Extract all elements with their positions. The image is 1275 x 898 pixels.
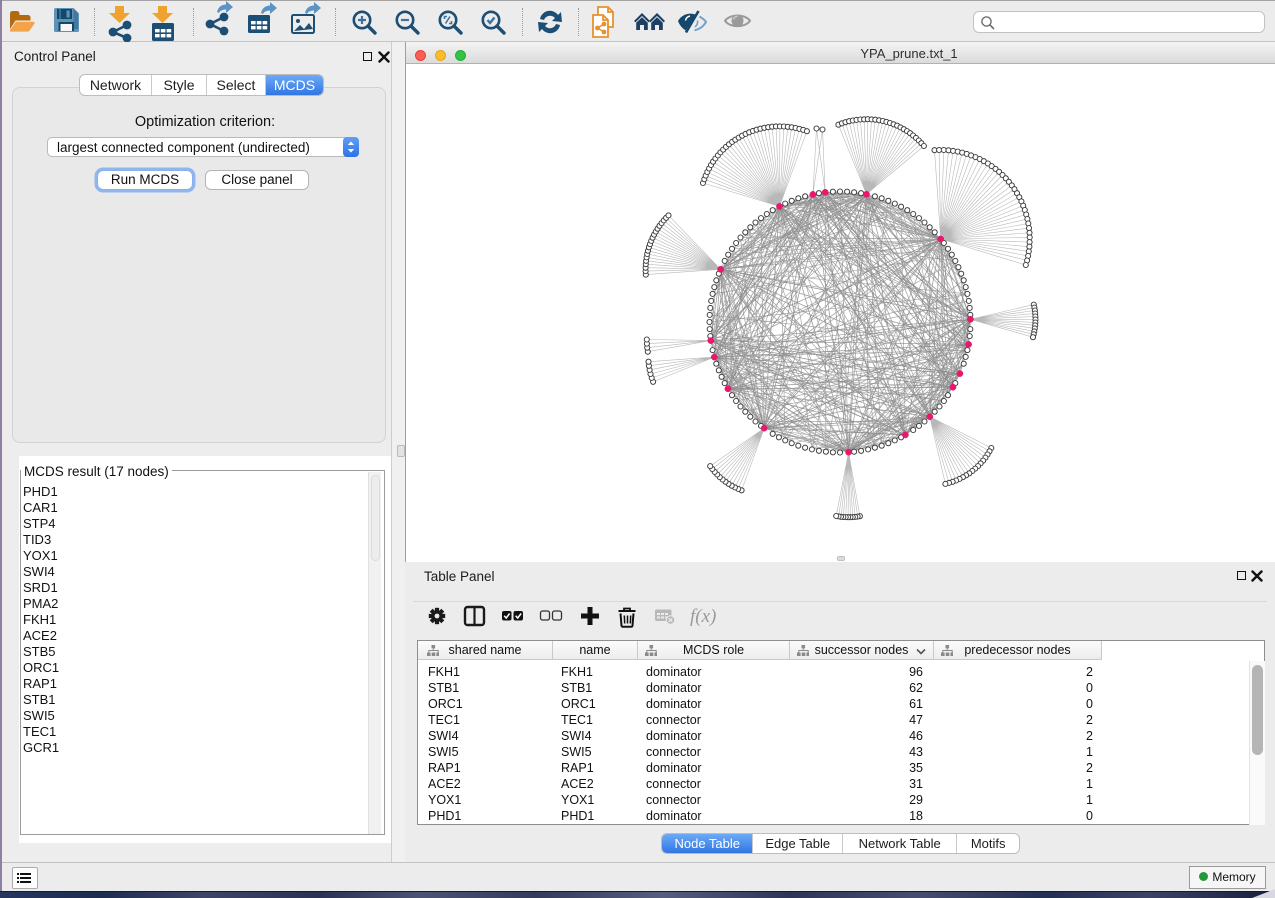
svg-text:f(x): f(x)	[690, 606, 716, 627]
